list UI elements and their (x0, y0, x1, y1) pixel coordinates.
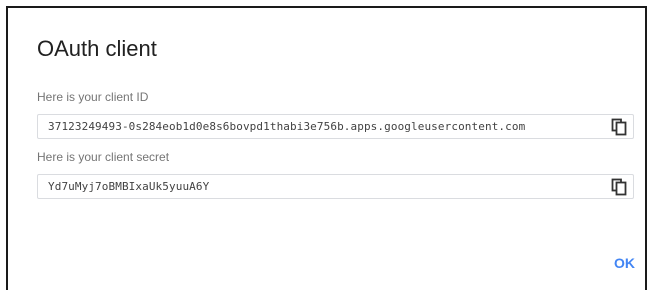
client-id-label: Here is your client ID (37, 90, 149, 104)
client-id-value[interactable]: 37123249493-0s284eob1d0e8s6bovpd1thabi3e… (48, 120, 525, 133)
client-secret-label: Here is your client secret (37, 150, 170, 164)
client-secret-field[interactable]: Yd7uMyj7oBMBIxaUk5yuuA6Y (37, 174, 634, 199)
ok-button[interactable]: OK (614, 255, 635, 271)
copy-icon[interactable] (611, 178, 629, 196)
oauth-client-dialog: OAuth client Here is your client ID 3712… (6, 6, 647, 290)
dialog-title: OAuth client (37, 36, 157, 61)
client-secret-value[interactable]: Yd7uMyj7oBMBIxaUk5yuuA6Y (48, 180, 209, 193)
client-id-field[interactable]: 37123249493-0s284eob1d0e8s6bovpd1thabi3e… (37, 114, 634, 139)
copy-icon[interactable] (611, 118, 629, 136)
